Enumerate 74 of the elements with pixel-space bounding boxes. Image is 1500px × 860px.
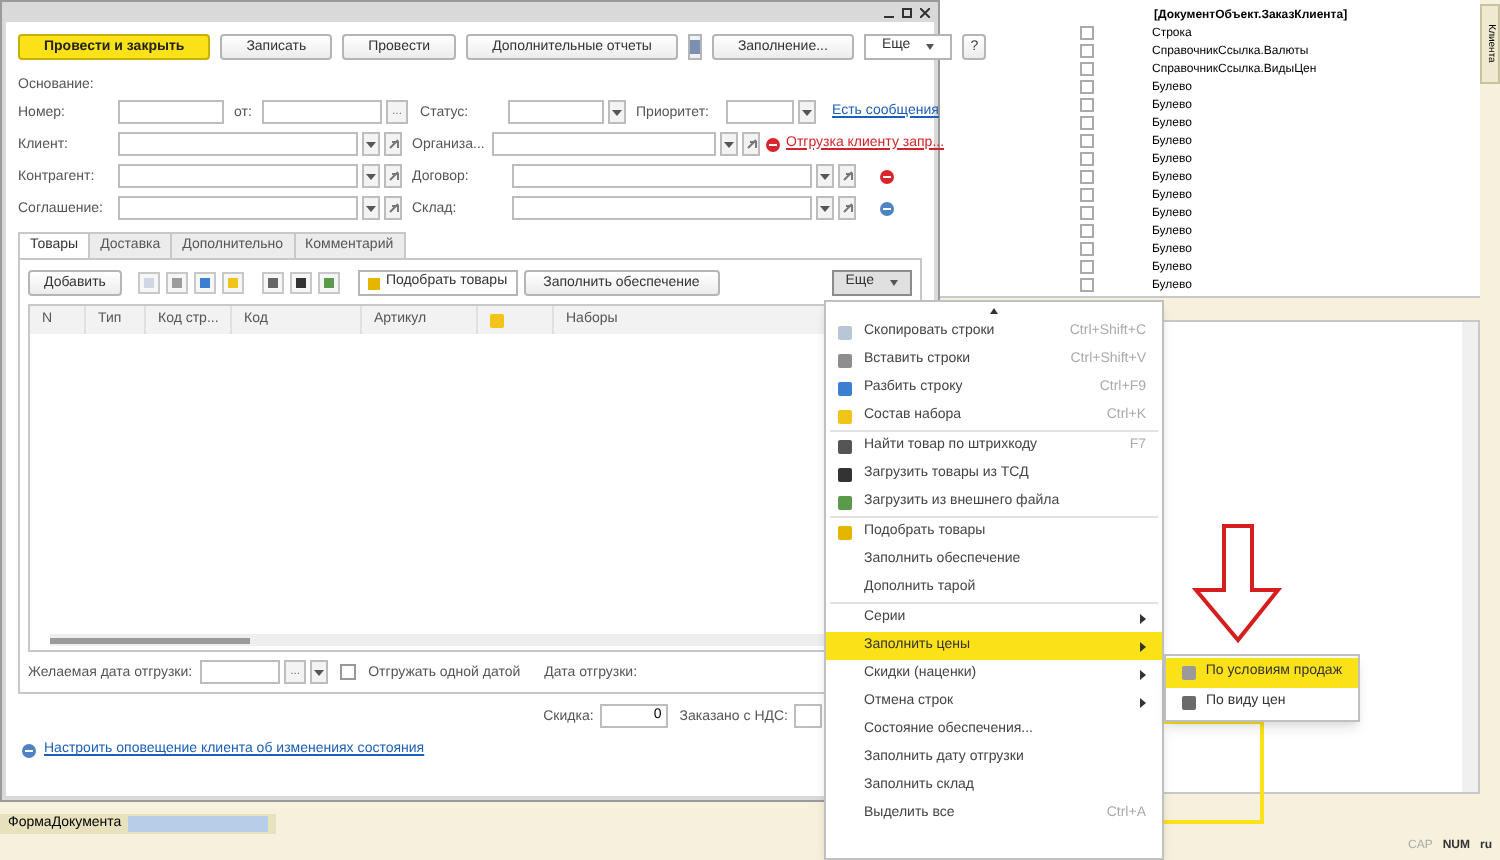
link-icon: [387, 202, 399, 214]
checkbox[interactable]: [1080, 116, 1094, 130]
caret-icon: [820, 205, 830, 211]
checkbox[interactable]: [1080, 224, 1094, 238]
link-icon: [841, 170, 853, 182]
checkbox[interactable]: [1080, 170, 1094, 184]
open-button[interactable]: [384, 164, 402, 188]
input-field[interactable]: [262, 100, 382, 124]
dropdown-button[interactable]: [362, 164, 380, 188]
checkbox[interactable]: [1080, 152, 1094, 166]
dropdown-button[interactable]: [798, 100, 817, 124]
report-button[interactable]: [687, 33, 702, 59]
open-button[interactable]: [838, 164, 856, 188]
input-field[interactable]: [512, 196, 812, 220]
submenu-arrow-icon: [1140, 669, 1146, 679]
input-field[interactable]: [492, 132, 716, 156]
caret-icon: [366, 205, 376, 211]
checkbox[interactable]: [1080, 206, 1094, 220]
input-field[interactable]: [118, 196, 358, 220]
submenu-arrow-icon: [1140, 641, 1146, 651]
checkbox[interactable]: [1080, 278, 1094, 292]
error-icon: [766, 137, 780, 151]
dropdown-button[interactable]: [720, 132, 738, 156]
list-icon: [689, 39, 700, 53]
toolbar-button[interactable]: [289, 272, 312, 294]
checkbox[interactable]: [1080, 188, 1094, 202]
caret-icon: [890, 280, 898, 286]
input-field[interactable]: [118, 100, 224, 124]
checkbox[interactable]: [1080, 242, 1094, 256]
input-field[interactable]: [508, 100, 605, 124]
toolbar-button[interactable]: [261, 272, 284, 294]
checkbox[interactable]: [1080, 80, 1094, 94]
input-field[interactable]: [200, 660, 281, 684]
link-icon: [387, 138, 399, 150]
open-button[interactable]: [384, 132, 402, 156]
caret-icon: [612, 109, 623, 115]
input-field[interactable]: [726, 100, 795, 124]
dropdown-button[interactable]: [816, 164, 834, 188]
checkbox[interactable]: [1080, 98, 1094, 112]
link-icon: [841, 202, 853, 214]
dropdown-button[interactable]: [608, 100, 627, 124]
dropdown-button[interactable]: [362, 196, 380, 220]
submenu-arrow-icon: [1140, 613, 1146, 623]
dropdown-button[interactable]: [310, 660, 329, 684]
checkbox[interactable]: [1080, 44, 1094, 58]
input-field[interactable]: [118, 164, 358, 188]
input-field[interactable]: [794, 704, 822, 728]
input-field[interactable]: [512, 164, 812, 188]
submenu-arrow-icon: [1140, 697, 1146, 707]
error-icon: [880, 169, 894, 183]
open-button[interactable]: [384, 196, 402, 220]
caret-icon: [366, 173, 376, 179]
maximize-icon[interactable]: [902, 7, 912, 17]
caret-icon: [820, 173, 830, 179]
dropdown-button[interactable]: [816, 196, 834, 220]
link-icon: [745, 138, 757, 150]
caret-icon: [926, 43, 935, 49]
checkbox[interactable]: [1080, 260, 1094, 274]
caret-icon: [366, 141, 376, 147]
caret-icon: [314, 669, 325, 675]
input-field[interactable]: [118, 132, 358, 156]
checkbox[interactable]: [1080, 134, 1094, 148]
checkbox[interactable]: [1080, 62, 1094, 76]
dropdown-button[interactable]: [362, 132, 380, 156]
open-button[interactable]: [838, 196, 856, 220]
link-icon: [387, 170, 399, 182]
scroll-up-icon[interactable]: [990, 307, 998, 313]
close-icon[interactable]: [920, 7, 930, 17]
checkbox[interactable]: [1080, 26, 1094, 40]
open-button[interactable]: [742, 132, 760, 156]
checkbox[interactable]: [340, 664, 357, 680]
caret-icon: [802, 109, 813, 115]
vertical-scrollbar[interactable]: [1462, 322, 1478, 792]
caret-icon: [724, 141, 734, 147]
